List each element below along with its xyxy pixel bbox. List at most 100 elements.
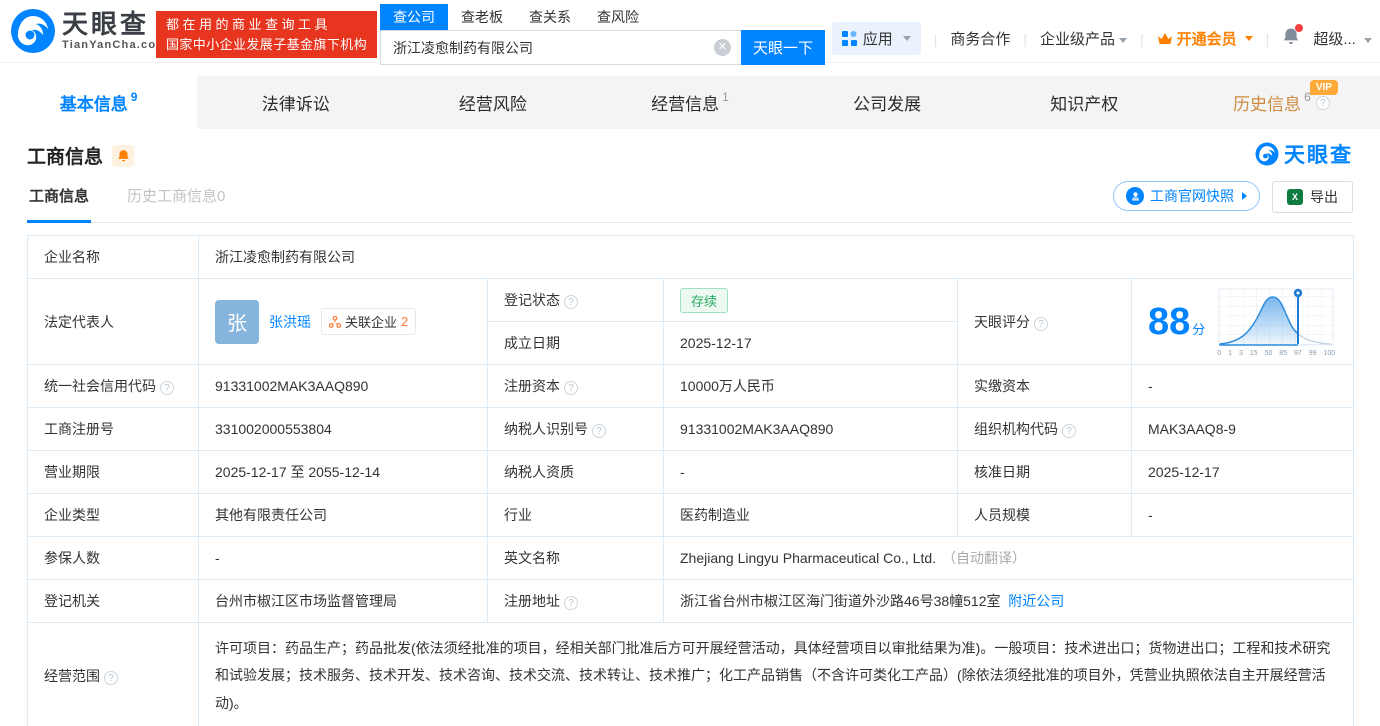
business-scope-label: 经营范围? (28, 623, 199, 726)
apps-menu[interactable]: 应用 (832, 22, 921, 55)
reg-number-label: 工商注册号 (28, 408, 199, 451)
table-row: 统一社会信用代码? 91331002MAK3AAQ890 注册资本? 10000… (28, 365, 1354, 408)
business-registration-section: 工商信息 天眼查 工商信息 历史工商信息0 工商官网快照 (0, 129, 1380, 726)
tab-count: 1 (722, 90, 729, 104)
clear-search-icon[interactable]: ✕ (714, 39, 731, 56)
chevron-down-icon (1364, 38, 1372, 43)
related-companies-label: 关联企业 (345, 312, 397, 331)
stamp-icon (1126, 187, 1144, 205)
search-tab-risk[interactable]: 查风险 (584, 4, 652, 30)
help-icon[interactable]: ? (160, 381, 174, 395)
account-label: 超级... (1313, 31, 1356, 48)
industry-value: 医药制造业 (664, 494, 958, 537)
subscribe-bell-button[interactable] (112, 145, 134, 167)
avatar[interactable]: 张 (215, 300, 259, 344)
logo-title: 天眼查 (62, 11, 167, 37)
business-scope-value: 许可项目：药品生产；药品批发(依法须经批准的项目，经相关部门批准后方可开展经营活… (199, 623, 1354, 726)
search-tab-boss[interactable]: 查老板 (448, 4, 516, 30)
subtab-history-registration[interactable]: 历史工商信息0 (125, 181, 227, 220)
tab-business-info[interactable]: 经营信息1 (591, 76, 788, 129)
divider: | (934, 31, 938, 47)
divider: | (1266, 31, 1270, 47)
subtab-current-registration[interactable]: 工商信息 (27, 181, 91, 223)
divider: | (1140, 31, 1144, 47)
bell-icon (117, 149, 130, 163)
search-area: 查公司 查老板 查关系 查风险 ✕ 天眼一下 (380, 4, 825, 65)
tab-label: 经营信息 (651, 90, 719, 115)
english-name-value: Zhejiang Lingyu Pharmaceutical Co., Ltd.… (664, 537, 1354, 580)
search-button[interactable]: 天眼一下 (741, 30, 825, 65)
table-row: 经营范围? 许可项目：药品生产；药品批发(依法须经批准的项目，经相关部门批准后方… (28, 623, 1354, 726)
logo-domain: TianYanCha.com (62, 40, 167, 51)
tab-label: 经营风险 (459, 90, 527, 115)
help-icon[interactable]: ? (564, 381, 578, 395)
excel-icon: X (1287, 189, 1303, 205)
legal-rep-name-link[interactable]: 张洪瑶 (269, 312, 311, 332)
business-coop-link[interactable]: 商务合作 (950, 28, 1010, 49)
table-row: 参保人数 - 英文名称 Zhejiang Lingyu Pharmaceutic… (28, 537, 1354, 580)
paid-capital-label: 实缴资本 (958, 365, 1132, 408)
tab-label: 知识产权 (1050, 90, 1118, 115)
export-button-label: 导出 (1310, 187, 1338, 207)
crown-icon (1157, 32, 1173, 46)
establish-date-value: 2025-12-17 (664, 322, 958, 365)
help-icon[interactable]: ? (104, 671, 118, 685)
official-snapshot-button[interactable]: 工商官网快照 (1113, 181, 1260, 211)
related-companies-badge[interactable]: 关联企业 2 (321, 308, 416, 335)
export-button[interactable]: X 导出 (1272, 181, 1353, 213)
tab-basic-info[interactable]: 基本信息9 (0, 76, 197, 129)
company-name-value: 浙江凌愈制药有限公司 (199, 236, 1354, 279)
tab-label: 公司发展 (853, 90, 921, 115)
auto-translate-note: （自动翻译） (942, 550, 1026, 566)
reg-status-value: 存续 (664, 279, 958, 322)
chevron-down-icon (903, 36, 911, 41)
watermark-label: 天眼查 (1284, 139, 1353, 169)
credit-code-value: 91331002MAK3AAQ890 (199, 365, 488, 408)
insured-count-value: - (199, 537, 488, 580)
tianyancha-logo[interactable]: 天眼查 TianYanCha.com (10, 8, 167, 54)
notifications-bell[interactable] (1282, 27, 1300, 50)
taxpayer-id-value: 91331002MAK3AAQ890 (664, 408, 958, 451)
enterprise-products-link[interactable]: 企业级产品 (1040, 28, 1127, 49)
help-icon[interactable]: ? (564, 295, 578, 309)
legal-rep-cell: 张 张洪瑶 关联企业 2 (199, 279, 488, 365)
help-icon[interactable]: ? (1316, 96, 1330, 110)
help-icon[interactable]: ? (1034, 317, 1048, 331)
help-icon[interactable]: ? (564, 596, 578, 610)
tab-label: 历史信息 (1233, 90, 1301, 115)
company-name-label: 企业名称 (28, 236, 199, 279)
paid-capital-value: - (1132, 365, 1354, 408)
tab-history-info[interactable]: VIP 历史信息6? (1183, 76, 1380, 129)
chevron-down-icon (1245, 36, 1253, 41)
help-icon[interactable]: ? (1062, 424, 1076, 438)
search-tab-company[interactable]: 查公司 (380, 4, 448, 30)
section-title: 工商信息 (27, 142, 103, 169)
apps-label: 应用 (863, 28, 893, 49)
company-section-tabs: 基本信息9 法律诉讼 经营风险 经营信息1 公司发展 知识产权 VIP 历史信息… (0, 76, 1380, 129)
related-companies-count: 2 (401, 314, 408, 329)
search-input[interactable] (380, 30, 741, 65)
industry-label: 行业 (488, 494, 664, 537)
business-term-value: 2025-12-17 至 2055-12-14 (199, 451, 488, 494)
header-right-nav: 应用 | 商务合作 | 企业级产品 | 开通会员 | 超级... (832, 22, 1372, 55)
tab-legal-litigation[interactable]: 法律诉讼 (197, 76, 394, 129)
tab-label: 法律诉讼 (262, 90, 330, 115)
table-row: 企业名称 浙江凌愈制药有限公司 (28, 236, 1354, 279)
staff-size-label: 人员规模 (958, 494, 1132, 537)
table-row: 法定代表人 张 张洪瑶 关联企业 2 (28, 279, 1354, 322)
english-name-label: 英文名称 (488, 537, 664, 580)
help-icon[interactable]: ? (592, 424, 606, 438)
divider: | (1023, 31, 1027, 47)
legal-rep-label: 法定代表人 (28, 279, 199, 365)
tab-operating-risk[interactable]: 经营风险 (394, 76, 591, 129)
tab-intellectual-property[interactable]: 知识产权 (986, 76, 1183, 129)
taxpayer-qualification-label: 纳税人资质 (488, 451, 664, 494)
score-cell: 88分 (1132, 279, 1354, 365)
search-tab-relation[interactable]: 查关系 (516, 4, 584, 30)
tab-company-development[interactable]: 公司发展 (789, 76, 986, 129)
org-code-label: 组织机构代码? (958, 408, 1132, 451)
account-menu[interactable]: 超级... (1313, 28, 1372, 49)
open-membership-link[interactable]: 开通会员 (1157, 28, 1253, 49)
nearby-companies-link[interactable]: 附近公司 (1008, 593, 1064, 609)
company-type-value: 其他有限责任公司 (199, 494, 488, 537)
